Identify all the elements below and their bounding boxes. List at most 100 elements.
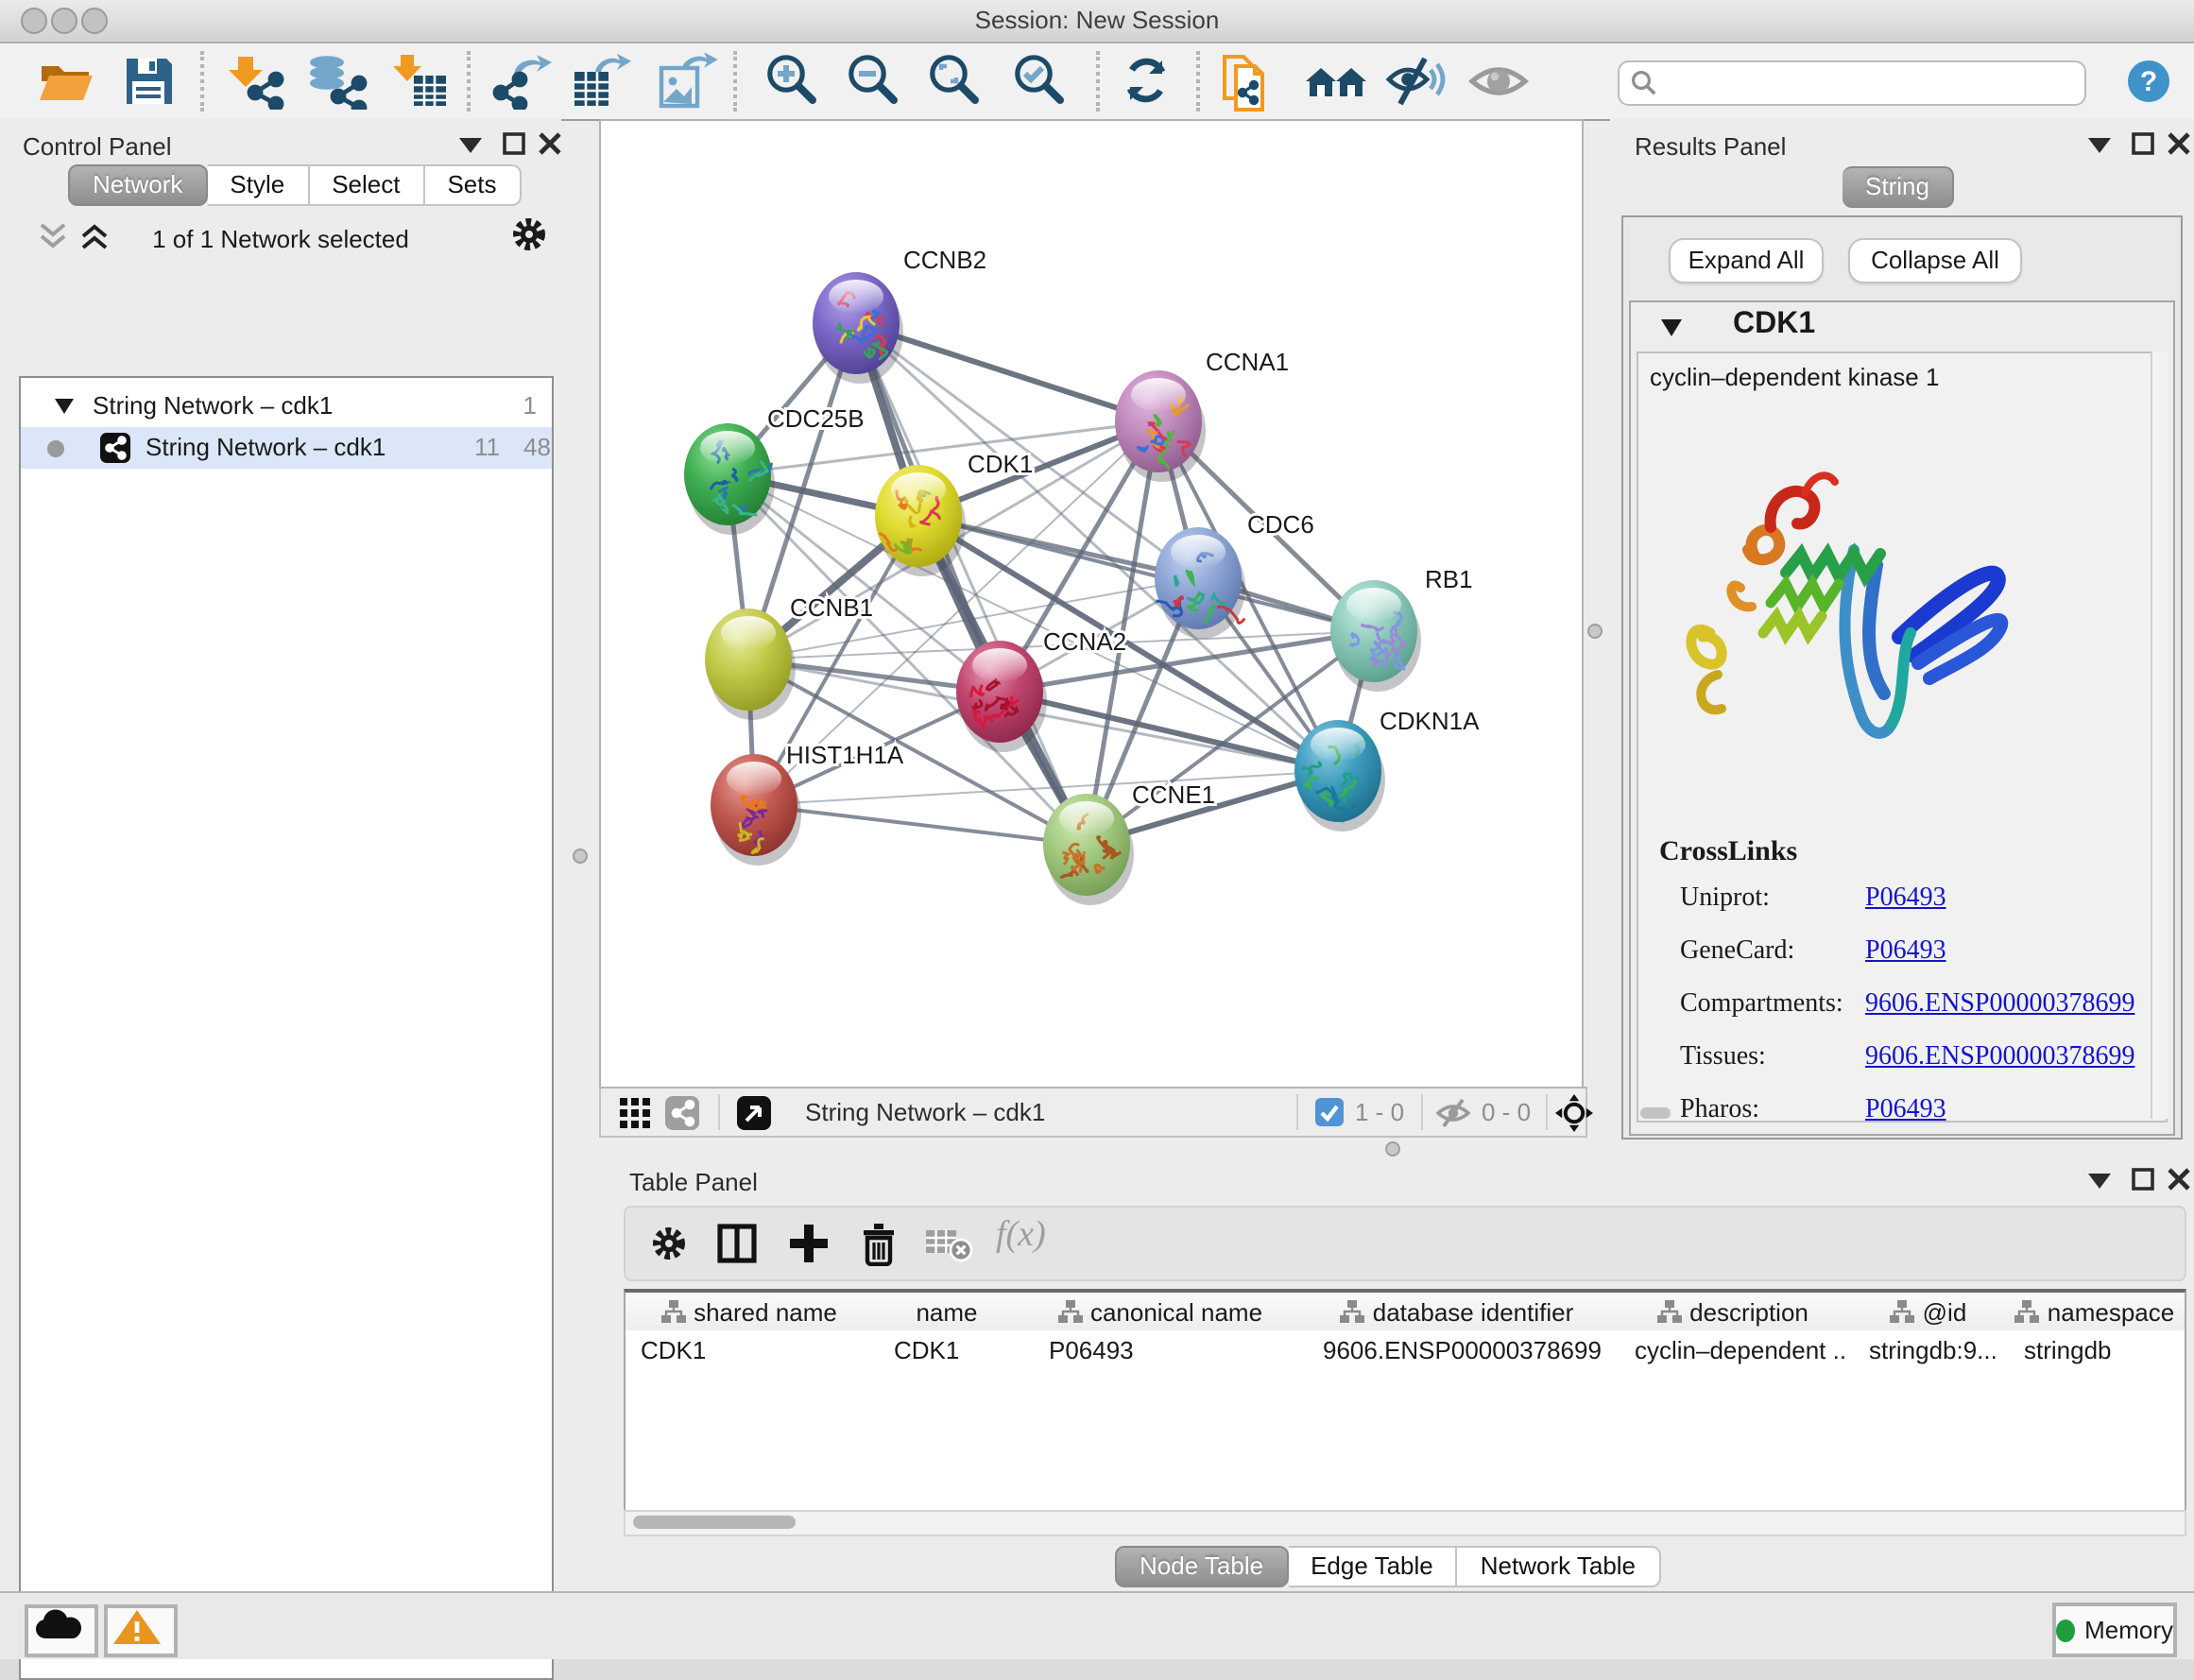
crosslink-pharos-link[interactable]: P06493	[1865, 1096, 1946, 1126]
function-builder-icon[interactable]: f(x)	[996, 1215, 1046, 1257]
float-window-icon[interactable]	[2132, 1168, 2154, 1191]
birdseye-view-icon[interactable]	[737, 1096, 771, 1130]
network-node-RB1[interactable]: RB1	[1330, 565, 1473, 692]
window-close-button[interactable]	[21, 8, 47, 34]
open-file-icon[interactable]	[36, 53, 96, 110]
tab-sets[interactable]: Sets	[424, 164, 521, 206]
collection-label: String Network – cdk1	[93, 391, 333, 420]
table-cell-namespace[interactable]: stringdb	[2024, 1332, 2179, 1368]
float-menu-icon[interactable]	[459, 138, 482, 155]
warnings-button[interactable]	[104, 1604, 178, 1657]
export-network-icon[interactable]	[489, 53, 550, 110]
network-collection-row[interactable]: String Network – cdk1 1	[21, 386, 552, 427]
zoom-selected-icon[interactable]	[1011, 53, 1071, 110]
tab-string[interactable]: String	[1843, 166, 1954, 208]
tab-network[interactable]: Network	[68, 164, 207, 206]
table-options-gear-icon[interactable]	[650, 1225, 688, 1262]
table-cell-description[interactable]: cyclin–dependent ...	[1635, 1332, 1846, 1368]
tab-edge-table[interactable]: Edge Table	[1288, 1546, 1458, 1587]
float-menu-icon[interactable]	[2088, 1174, 2111, 1191]
network-node-CDC6[interactable]: CDC6	[1155, 510, 1314, 639]
help-icon[interactable]: ?	[2126, 59, 2186, 115]
crosslink-tissues-link[interactable]: 9606.ENSP00000378699	[1865, 1043, 2134, 1073]
node-label-CCNB2: CCNB2	[903, 246, 986, 274]
export-image-icon[interactable]	[654, 53, 714, 110]
table-cell-canonical-name[interactable]: P06493	[1049, 1332, 1294, 1368]
crosslink-compartments-link[interactable]: 9606.ENSP00000378699	[1865, 990, 2134, 1020]
column-header-canonical-name[interactable]: canonical name	[1020, 1293, 1302, 1330]
network-canvas[interactable]: CCNB2CCNA1CDC25BCDK1CDC6RB1CCNB1CCNA2CDK…	[599, 119, 1584, 1089]
table-cell-at-id[interactable]: stringdb:9...	[1869, 1332, 2001, 1368]
network-node-CDK1[interactable]: CDK1	[875, 450, 1033, 576]
refresh-icon[interactable]	[1119, 53, 1179, 110]
table-cell-name[interactable]: CDK1	[894, 1332, 1015, 1368]
table-cell-shared-name[interactable]: CDK1	[641, 1332, 867, 1368]
show-all-houses-icon[interactable]	[1304, 53, 1364, 110]
table-toolbar: f(x)	[624, 1206, 2186, 1281]
column-header-database-identifier[interactable]: database identifier	[1300, 1293, 1616, 1330]
float-window-icon[interactable]	[503, 132, 525, 155]
zoom-fit-icon[interactable]	[926, 53, 986, 110]
show-columns-icon[interactable]	[716, 1223, 758, 1264]
delete-table-icon[interactable]	[924, 1225, 973, 1262]
export-table-icon[interactable]	[569, 53, 629, 110]
network-options-gear-icon[interactable]	[510, 215, 548, 253]
show-graphics-details-eye-icon[interactable]	[1468, 53, 1529, 110]
memory-button[interactable]: Memory	[2052, 1603, 2177, 1657]
left-splitter-handle[interactable]	[573, 849, 588, 864]
bottom-splitter-handle[interactable]	[1385, 1141, 1400, 1157]
column-header-shared-name[interactable]: shared name	[626, 1293, 875, 1330]
close-panel-icon[interactable]	[2168, 132, 2190, 155]
tab-select[interactable]: Select	[309, 164, 424, 206]
network-share-icon[interactable]	[665, 1096, 699, 1130]
crosslink-uniprot-link[interactable]: P06493	[1865, 884, 1946, 915]
column-header-name[interactable]: name	[873, 1293, 1022, 1330]
close-panel-icon[interactable]	[2168, 1168, 2190, 1191]
selected-checkbox-icon[interactable]	[1315, 1098, 1344, 1126]
tab-style[interactable]: Style	[207, 164, 309, 206]
crosslink-genecard-link[interactable]: P06493	[1865, 937, 1946, 968]
close-panel-icon[interactable]	[539, 132, 561, 155]
vertical-scrollbar-track[interactable]	[2151, 351, 2168, 1119]
column-header-namespace[interactable]: namespace	[2005, 1293, 2186, 1330]
import-network-from-database-icon[interactable]	[302, 53, 363, 110]
scrollbar-thumb[interactable]	[633, 1516, 796, 1529]
collection-expander-icon[interactable]	[55, 399, 74, 414]
string-protein-query-icon[interactable]	[1219, 53, 1279, 110]
right-splitter-handle[interactable]	[1587, 624, 1603, 639]
node-table[interactable]: shared name name canonical name database…	[624, 1289, 2186, 1514]
automation-status-button[interactable]	[25, 1604, 98, 1657]
float-menu-icon[interactable]	[2088, 138, 2111, 155]
horizontal-scrollbar-thumb[interactable]	[1640, 1107, 1671, 1119]
create-column-plus-icon[interactable]	[788, 1223, 830, 1264]
network-row[interactable]: String Network – cdk1 11 48	[21, 427, 552, 469]
window-zoom-button[interactable]	[81, 8, 108, 34]
grid-view-icon[interactable]	[620, 1098, 650, 1128]
table-horizontal-scrollbar[interactable]	[624, 1510, 2186, 1536]
network-node-CCNE1[interactable]: CCNE1	[1043, 780, 1215, 905]
zoom-in-icon[interactable]	[763, 53, 824, 110]
window-minimize-button[interactable]	[51, 8, 77, 34]
search-field[interactable]	[1618, 60, 2086, 106]
zoom-out-icon[interactable]	[845, 53, 905, 110]
hide-selected-eye-slash-icon[interactable]	[1385, 53, 1446, 110]
import-table-from-file-icon[interactable]	[389, 53, 450, 110]
float-window-icon[interactable]	[2132, 132, 2154, 155]
save-session-icon[interactable]	[121, 53, 181, 110]
tab-node-table[interactable]: Node Table	[1115, 1546, 1288, 1587]
collapse-all-button[interactable]: Collapse All	[1848, 238, 2022, 283]
column-header-description[interactable]: description	[1614, 1293, 1854, 1330]
string-network-graph[interactable]: CCNB2CCNA1CDC25BCDK1CDC6RB1CCNB1CCNA2CDK…	[601, 121, 1582, 1087]
tab-network-table[interactable]: Network Table	[1458, 1546, 1660, 1587]
import-network-from-file-icon[interactable]	[225, 53, 285, 110]
delete-column-trash-icon[interactable]	[856, 1221, 901, 1266]
table-cell-database-identifier[interactable]: 9606.ENSP00000378699	[1323, 1332, 1610, 1368]
column-header-at-id[interactable]: @id	[1852, 1293, 2007, 1330]
expand-all-button[interactable]: Expand All	[1669, 238, 1824, 283]
pan-crosshair-icon[interactable]	[1555, 1094, 1593, 1132]
network-node-CCNB1[interactable]: CCNB1	[705, 593, 873, 720]
network-node-CDKN1A[interactable]: CDKN1A	[1294, 707, 1480, 831]
search-input[interactable]	[1665, 64, 2079, 102]
network-node-HIST1H1A[interactable]: HIST1H1A	[711, 741, 904, 866]
gene-expander-icon[interactable]	[1661, 319, 1682, 336]
